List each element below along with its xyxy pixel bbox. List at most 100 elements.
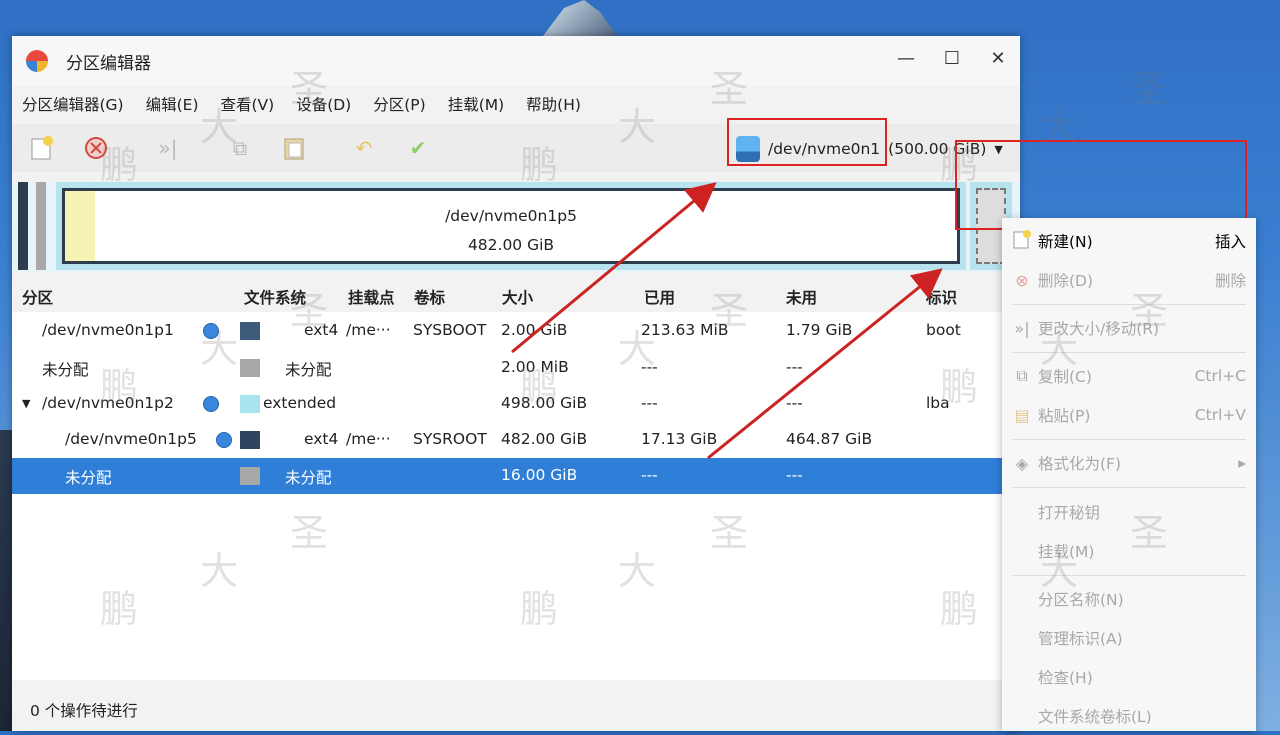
watermark: 大 (618, 549, 657, 593)
disk-map-p2[interactable]: /dev/nvme0n1p5 482.00 GiB (56, 182, 966, 270)
gparted-window: 分区编辑器 — ☐ ✕ 分区编辑器(G) 编辑(E) 查看(V) 设备(D) 分… (12, 36, 1020, 731)
undo-icon[interactable]: ↶ (350, 134, 378, 162)
col-size[interactable]: 大小 (502, 286, 533, 308)
table-row-selected[interactable]: 未分配 未分配 16.00 GiB --- --- (12, 458, 1002, 494)
watermark: 大 (200, 327, 239, 371)
col-partition[interactable]: 分区 (22, 286, 53, 308)
cell-filesystem: 未分配 (285, 361, 332, 379)
app-icon (26, 50, 48, 72)
ctx-paste[interactable]: ▤ 粘贴(P) Ctrl+V (1002, 396, 1256, 434)
expander-icon[interactable]: ▼ (22, 397, 30, 410)
cell-filesystem: 未分配 (285, 469, 332, 487)
watermark: 大 (1040, 105, 1079, 149)
cell-size: 2.00 GiB (501, 321, 568, 339)
watermark: 鹏 (100, 143, 139, 187)
disk-map-unallocated-small[interactable] (36, 182, 46, 270)
watermark: 圣 (710, 289, 749, 333)
ctx-manage-flags[interactable]: 管理标识(A) (1002, 619, 1256, 657)
watermark: 大 (618, 327, 657, 371)
table-row[interactable]: /dev/nvme0n1p1 ext4 /me··· SYSBOOT 2.00 … (12, 313, 1002, 349)
watermark: 大 (1040, 327, 1079, 371)
cell-mountpoint: /me··· (346, 321, 391, 339)
ctx-new[interactable]: 新建(N) 插入 (1002, 222, 1256, 260)
ctx-fs-label[interactable]: 文件系统卷标(L) (1002, 697, 1256, 735)
window-title: 分区编辑器 (66, 53, 151, 74)
watermark: 圣 (1130, 511, 1169, 555)
paste-icon: ▤ (1014, 405, 1030, 425)
disk-map-p5[interactable]: /dev/nvme0n1p5 482.00 GiB (62, 188, 960, 264)
cell-unused: 464.87 GiB (786, 430, 873, 448)
ctx-separator (1012, 304, 1246, 305)
cell-partition: 未分配 (42, 361, 89, 379)
watermark: 鹏 (940, 587, 979, 631)
watermark: 圣 (290, 289, 329, 333)
disk-map-partition-name: /dev/nvme0n1p5 (445, 207, 577, 225)
ctx-open-key[interactable]: 打开秘钥 (1002, 493, 1256, 531)
watermark: 鹏 (100, 365, 139, 409)
ctx-delete[interactable]: ⊗ 删除(D) 删除 (1002, 261, 1256, 299)
resize-icon: »| (1014, 318, 1030, 338)
table-row[interactable]: ▼ /dev/nvme0n1p2 extended 498.00 GiB ---… (12, 386, 1002, 422)
col-unused[interactable]: 未用 (786, 286, 817, 308)
menu-help[interactable]: 帮助(H) (526, 93, 581, 115)
close-button[interactable]: ✕ (986, 48, 1010, 69)
col-mountpoint[interactable]: 挂载点 (348, 286, 395, 308)
cell-unused: --- (786, 394, 803, 412)
watermark: 鹏 (520, 365, 559, 409)
cell-partition: 未分配 (65, 469, 112, 487)
cell-filesystem: extended (263, 394, 337, 412)
table-row[interactable]: 未分配 未分配 2.00 MiB --- --- (12, 350, 1002, 386)
fs-color-swatch (240, 467, 260, 485)
cell-flags: boot (926, 321, 961, 339)
watermark: 鹏 (940, 143, 979, 187)
menu-gparted[interactable]: 分区编辑器(G) (22, 93, 124, 115)
copy-icon: ⧉ (1016, 366, 1028, 385)
cell-partition: /dev/nvme0n1p1 (42, 321, 174, 339)
cell-unused: --- (786, 466, 803, 484)
key-icon (203, 396, 219, 412)
watermark: 鹏 (100, 587, 139, 631)
watermark: 鹏 (520, 587, 559, 631)
maximize-button[interactable]: ☐ (940, 48, 964, 69)
col-label[interactable]: 卷标 (414, 286, 445, 308)
device-highlight-box (727, 118, 887, 166)
cell-used: 17.13 GiB (641, 430, 718, 448)
disk-map: /dev/nvme0n1p5 482.00 GiB (12, 182, 1020, 272)
cell-label: SYSBOOT (413, 321, 487, 339)
menu-partition[interactable]: 分区(P) (373, 93, 425, 115)
partition-table: /dev/nvme0n1p1 ext4 /me··· SYSBOOT 2.00 … (12, 312, 1002, 680)
context-menu: 新建(N) 插入 ⊗ 删除(D) 删除 »| 更改大小/移动(R) ⧉ 复制(C… (1002, 218, 1256, 731)
paste-icon[interactable] (280, 134, 308, 162)
minimize-button[interactable]: — (894, 48, 918, 69)
menu-mount[interactable]: 挂载(M) (448, 93, 504, 115)
menu-edit[interactable]: 编辑(E) (146, 93, 199, 115)
disk-map-p1[interactable] (18, 182, 28, 270)
ctx-format[interactable]: ◈ 格式化为(F) ▸ (1002, 444, 1256, 482)
table-row[interactable]: /dev/nvme0n1p5 ext4 /me··· SYSROOT 482.0… (12, 422, 1002, 458)
cell-mountpoint: /me··· (346, 430, 391, 448)
status-bar: 0 个操作待进行 (12, 690, 1002, 730)
col-used[interactable]: 已用 (644, 286, 675, 308)
fs-color-swatch (240, 359, 260, 377)
cell-used: --- (641, 466, 658, 484)
watermark: 圣 (710, 511, 749, 555)
watermark: 大 (200, 105, 239, 149)
cell-unused: 1.79 GiB (786, 321, 853, 339)
delete-icon: ⊗ (1015, 270, 1029, 290)
cell-label: SYSROOT (413, 430, 487, 448)
cell-unused: --- (786, 358, 803, 376)
apply-icon[interactable]: ✔ (404, 134, 432, 162)
ctx-check[interactable]: 检查(H) (1002, 658, 1256, 696)
status-text: 0 个操作待进行 (30, 702, 138, 720)
cell-used: --- (641, 394, 658, 412)
cell-size: 16.00 GiB (501, 466, 578, 484)
new-icon[interactable] (28, 134, 56, 162)
resize-icon[interactable]: »| (154, 134, 182, 162)
col-flags[interactable]: 标识 (926, 286, 957, 308)
watermark: 圣 (1130, 289, 1169, 333)
watermark: 大 (1040, 549, 1079, 593)
watermark: 大 (618, 105, 657, 149)
watermark: 圣 (290, 67, 329, 111)
watermark: 大 (200, 549, 239, 593)
watermark: 鹏 (520, 143, 559, 187)
